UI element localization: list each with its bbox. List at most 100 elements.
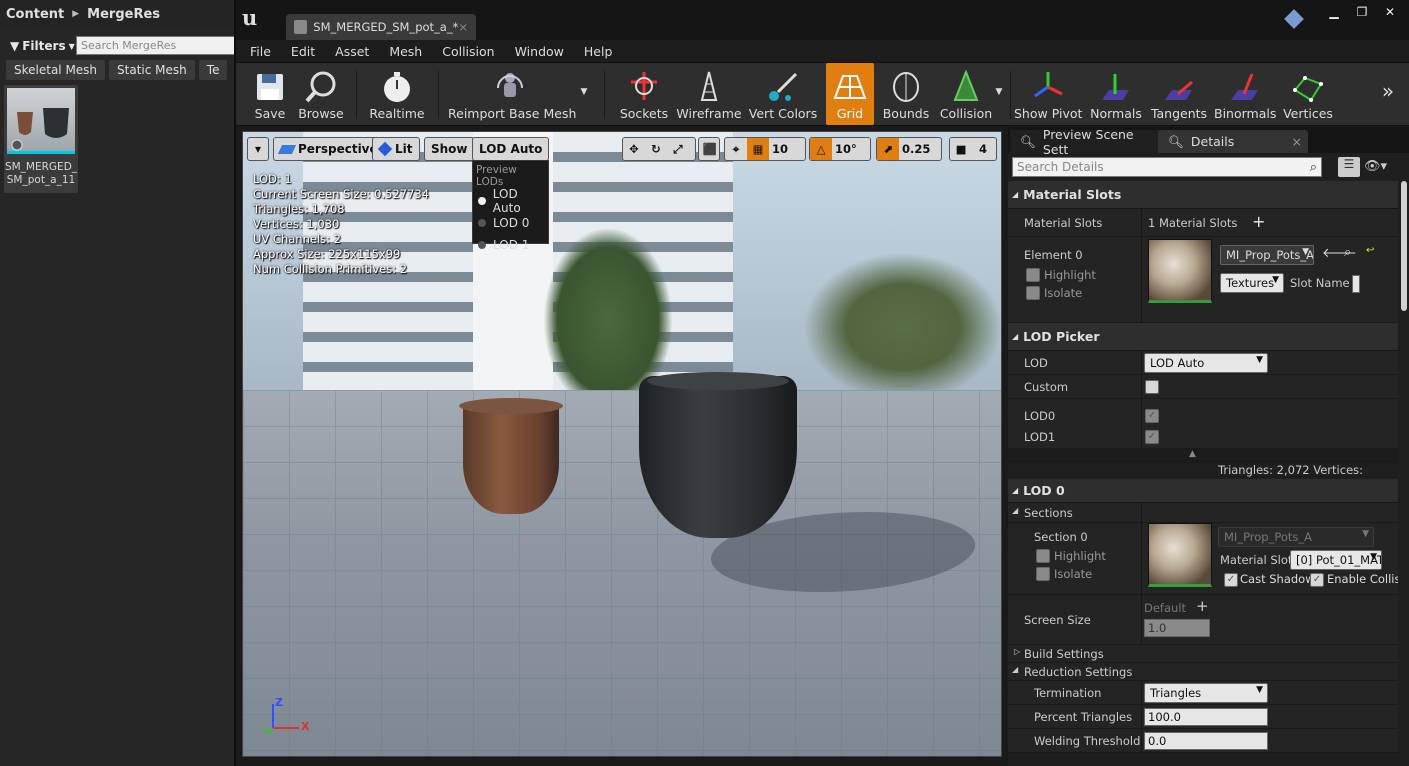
breadcrumb-separator-icon[interactable]: ▶ [72, 9, 79, 19]
breadcrumb-mergeres[interactable]: MergeRes [87, 7, 160, 22]
breadcrumb-content[interactable]: Content [6, 7, 64, 22]
menu-mesh[interactable]: Mesh [389, 44, 422, 59]
camera-speed-value[interactable]: 4 [972, 138, 994, 160]
sections-row[interactable]: ◢ Sections [1008, 503, 1398, 523]
realtime-button[interactable]: Realtime [366, 63, 428, 125]
filter-skeletal-mesh[interactable]: Skeletal Mesh [6, 60, 106, 80]
slot-name-input[interactable] [1352, 275, 1360, 293]
material-dropdown[interactable]: MI_Prop_Pots_A ▼ [1220, 245, 1314, 265]
menu-collision[interactable]: Collision [442, 44, 494, 59]
rotation-snap-value[interactable]: 10° [832, 138, 860, 160]
reduction-settings-row[interactable]: ◢ Reduction Settings [1008, 663, 1398, 681]
menu-window[interactable]: Window [515, 44, 564, 59]
sockets-button[interactable]: Sockets [618, 63, 670, 125]
show-button[interactable]: Show [424, 137, 475, 161]
lod-option-0[interactable]: LOD 0 [473, 212, 548, 234]
custom-checkbox[interactable] [1145, 380, 1159, 394]
grid-snap-toggle-icon[interactable]: ▦ [747, 138, 769, 160]
category-lod-0[interactable]: ◢ LOD 0 [1008, 479, 1398, 503]
filter-texture[interactable]: Te [198, 60, 228, 80]
coordinate-system-button[interactable]: ⬛ [698, 137, 720, 161]
binormals-button[interactable]: Binormals [1214, 63, 1276, 125]
close-tab-icon[interactable]: × [458, 20, 468, 34]
vertices-button[interactable]: Vertices [1280, 63, 1336, 125]
menu-file[interactable]: File [250, 44, 271, 59]
reimport-base-mesh-button[interactable]: Reimport Base Mesh [448, 63, 576, 125]
category-lod-picker[interactable]: ◢ LOD Picker [1008, 323, 1398, 351]
content-search-input[interactable]: Search MergeRes [76, 36, 236, 55]
vert-colors-button[interactable]: Vert Colors [748, 63, 818, 125]
highlight-checkbox[interactable] [1026, 268, 1040, 282]
minimize-button[interactable]: ▁ [1323, 4, 1345, 20]
splitter[interactable]: ▲ [1008, 449, 1398, 463]
show-pivot-button[interactable]: Show Pivot [1014, 63, 1082, 125]
collapse-up-icon[interactable]: ▲ [1189, 449, 1196, 459]
preview-viewport[interactable]: ▾ Perspective Lit Show LOD Auto ✥ ↻ ⤢ ⬛ … [242, 131, 1002, 757]
menu-asset[interactable]: Asset [335, 44, 369, 59]
tab-preview-scene-settings[interactable]: 🔍︎ Preview Scene Sett [1010, 127, 1160, 157]
lod-option-auto[interactable]: LOD Auto [473, 187, 548, 215]
scale-snap-toggle-icon[interactable]: ⬈ [877, 138, 899, 160]
save-button[interactable]: Save [246, 63, 294, 125]
lod-option-1[interactable]: LOD 1 [473, 234, 548, 256]
maximize-button[interactable]: ❐ [1351, 4, 1373, 20]
details-scrollbar[interactable] [1401, 181, 1407, 311]
filters-button[interactable]: ▼ Filters ▼ [10, 39, 75, 53]
eye-visibility-icon[interactable]: 👁︎▾ [1364, 159, 1394, 177]
section-highlight-checkbox[interactable] [1036, 549, 1050, 563]
lod-auto-button[interactable]: LOD Auto [472, 137, 550, 161]
viewport-options-chevron-down-icon[interactable]: ▾ [247, 137, 269, 161]
scale-icon[interactable]: ⤢ [667, 138, 689, 160]
normals-button[interactable]: Normals [1088, 63, 1144, 125]
filter-static-mesh[interactable]: Static Mesh [109, 60, 195, 80]
rotation-snap-toggle-icon[interactable]: △ [810, 138, 832, 160]
browse-button[interactable]: Browse [296, 63, 346, 125]
bounds-button[interactable]: Bounds [880, 63, 932, 125]
tangents-button[interactable]: Tangents [1150, 63, 1208, 125]
surface-snap-icon[interactable]: ⌖ [725, 138, 747, 160]
collision-dropdown-chevron-down-icon[interactable]: ▼ [992, 63, 1006, 125]
grid-snap-value[interactable]: 10 [769, 138, 791, 160]
browse-magnifier-icon[interactable]: ⌕ [1344, 245, 1351, 260]
section-isolate-checkbox[interactable] [1036, 567, 1050, 581]
perspective-button[interactable]: Perspective [273, 137, 385, 161]
lit-button[interactable]: Lit [372, 137, 420, 161]
details-search-input[interactable]: Search Details ⌕ [1012, 157, 1322, 177]
lod1-checkbox[interactable]: ✓ [1145, 430, 1159, 444]
list-view-icon[interactable]: ☰ [1338, 157, 1360, 177]
document-tab[interactable]: SM_MERGED_SM_pot_a_* × [286, 14, 476, 40]
rotate-icon[interactable]: ↻ [645, 138, 667, 160]
section-material-thumbnail[interactable] [1148, 523, 1212, 587]
lod-dropdown[interactable]: LOD Auto ▼ [1144, 353, 1268, 373]
unreal-marketplace-icon[interactable] [1284, 9, 1304, 29]
termination-dropdown[interactable]: Triangles ▼ [1144, 683, 1268, 703]
welding-threshold-input[interactable]: 0.0 [1144, 732, 1268, 750]
wireframe-button[interactable]: Wireframe [676, 63, 742, 125]
percent-triangles-input[interactable]: 100.0 [1144, 708, 1268, 726]
reset-to-default-icon[interactable]: ↩ [1366, 245, 1374, 256]
build-settings-row[interactable]: ▷ Build Settings [1008, 645, 1398, 663]
tab-details[interactable]: 🔍︎ Details × [1158, 130, 1308, 153]
material-thumbnail[interactable] [1148, 239, 1212, 303]
section-material-dropdown[interactable]: MI_Prop_Pots_A ▼ [1218, 527, 1374, 547]
reimport-dropdown-chevron-down-icon[interactable]: ▼ [574, 63, 594, 125]
screen-size-input[interactable]: 1.0 [1144, 619, 1210, 637]
enable-collision-checkbox[interactable]: ✓ [1310, 573, 1324, 587]
translate-icon[interactable]: ✥ [623, 138, 645, 160]
camera-speed-icon[interactable]: ■ [950, 138, 972, 160]
lod0-checkbox[interactable]: ✓ [1145, 409, 1159, 423]
category-material-slots[interactable]: ◢ Material Slots [1008, 181, 1398, 209]
isolate-checkbox[interactable] [1026, 286, 1040, 300]
close-tab-icon[interactable]: × [1292, 134, 1302, 149]
menu-edit[interactable]: Edit [291, 44, 315, 59]
collision-button[interactable]: Collision [936, 63, 996, 125]
scale-snap-value[interactable]: 0.25 [899, 138, 933, 160]
asset-tile[interactable]: SM_MERGED_ SM_pot_a_11 [4, 85, 78, 193]
menu-help[interactable]: Help [584, 44, 613, 59]
material-slot-dropdown[interactable]: [0] Pot_01_MAT ▼ [1290, 550, 1382, 570]
grid-toggle-button[interactable]: Grid [826, 63, 874, 125]
textures-dropdown[interactable]: Textures ▼ [1220, 273, 1284, 293]
cast-shadow-checkbox[interactable]: ✓ [1224, 573, 1238, 587]
add-material-slot-icon[interactable]: + [1252, 212, 1265, 231]
use-selected-arrow-icon[interactable]: 🡐 [1322, 245, 1357, 261]
